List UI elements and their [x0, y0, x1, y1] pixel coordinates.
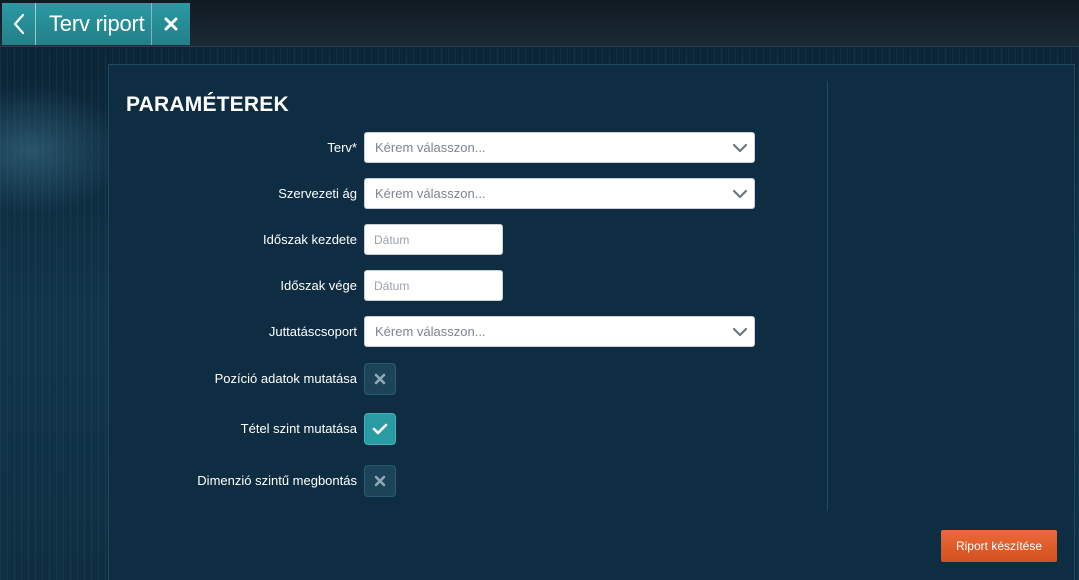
szervezeti-ag-select[interactable]: Kérem válasszon... — [364, 178, 755, 209]
chevron-down-icon — [732, 189, 748, 199]
back-button[interactable] — [2, 3, 36, 45]
close-icon — [164, 17, 178, 31]
panel-divider — [827, 81, 828, 511]
dimenzio-label: Dimenzió szintű megbontás — [197, 473, 357, 488]
tetel-label: Tétel szint mutatása — [240, 421, 357, 436]
section-title: PARAMÉTEREK — [126, 93, 289, 116]
create-report-button[interactable]: Riport készítése — [941, 530, 1057, 562]
terv-label: Terv* — [327, 140, 357, 155]
x-icon — [374, 475, 386, 487]
juttatascsoport-label: Juttatáscsoport — [268, 324, 357, 339]
parameters-panel: PARAMÉTEREK Terv* Kérem válasszon... Sze… — [108, 64, 1075, 580]
chevron-down-icon — [732, 143, 748, 153]
chevron-left-icon — [13, 13, 24, 35]
idoszak-kezdete-label: Időszak kezdete — [263, 232, 357, 247]
pozicio-label: Pozíció adatok mutatása — [214, 371, 357, 386]
report-tab[interactable]: Terv riport — [2, 3, 190, 45]
idoszak-kezdete-input[interactable] — [364, 224, 503, 255]
tab-title: Terv riport — [49, 11, 145, 36]
checkmark-icon — [372, 423, 388, 435]
pozicio-checkbox[interactable] — [364, 363, 396, 395]
terv-select[interactable]: Kérem válasszon... — [364, 132, 755, 163]
szervezeti-ag-label: Szervezeti ág — [278, 186, 357, 201]
idoszak-vege-label: Időszak vége — [280, 278, 357, 293]
chevron-down-icon — [732, 327, 748, 337]
tetel-checkbox[interactable] — [364, 413, 396, 445]
terv-placeholder: Kérem válasszon... — [375, 140, 486, 155]
close-tab-button[interactable] — [151, 3, 190, 45]
x-icon — [374, 373, 386, 385]
juttatascsoport-placeholder: Kérem válasszon... — [375, 324, 486, 339]
idoszak-vege-input[interactable] — [364, 270, 503, 301]
szervezeti-ag-placeholder: Kérem válasszon... — [375, 186, 486, 201]
juttatascsoport-select[interactable]: Kérem válasszon... — [364, 316, 755, 347]
dimenzio-checkbox[interactable] — [364, 465, 396, 497]
top-bar: Terv riport — [0, 0, 1079, 47]
